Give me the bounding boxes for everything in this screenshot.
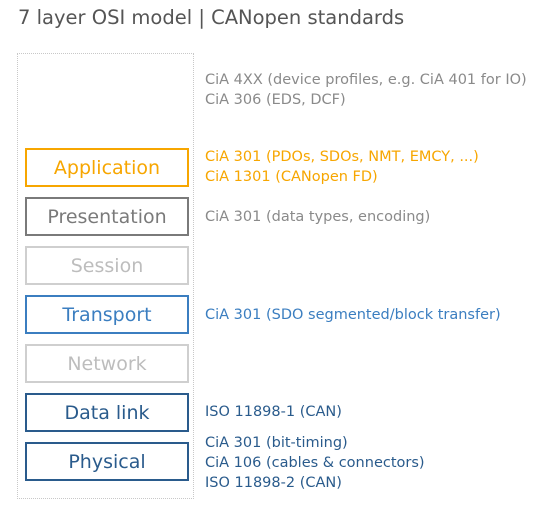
layer-physical: Physical bbox=[25, 442, 189, 481]
data-link-notes: ISO 11898-1 (CAN) bbox=[205, 402, 342, 422]
layer-network: Network bbox=[25, 344, 189, 383]
layer-note: ISO 11898-2 (CAN) bbox=[205, 475, 342, 491]
layer-label: Transport bbox=[62, 303, 152, 326]
layer-label: Network bbox=[67, 352, 147, 375]
layer-note: CiA 106 (cables & connectors) bbox=[205, 455, 425, 471]
physical-notes: CiA 301 (bit-timing) CiA 106 (cables & c… bbox=[205, 433, 425, 493]
layer-note: CiA 301 (data types, encoding) bbox=[205, 209, 431, 225]
top-notes: CiA 4XX (device profiles, e.g. CiA 401 f… bbox=[205, 70, 527, 110]
application-notes: CiA 301 (PDOs, SDOs, NMT, EMCY, ...) CiA… bbox=[205, 147, 479, 187]
layer-note: CiA 301 (SDO segmented/block transfer) bbox=[205, 307, 501, 323]
transport-notes: CiA 301 (SDO segmented/block transfer) bbox=[205, 305, 501, 325]
layer-note: CiA 301 (bit-timing) bbox=[205, 435, 348, 451]
layer-transport: Transport bbox=[25, 295, 189, 334]
top-note: CiA 306 (EDS, DCF) bbox=[205, 92, 346, 108]
layer-label: Physical bbox=[68, 450, 146, 473]
layer-label: Application bbox=[53, 156, 161, 179]
top-note: CiA 4XX (device profiles, e.g. CiA 401 f… bbox=[205, 72, 527, 88]
layer-label: Presentation bbox=[47, 205, 167, 228]
layer-note: ISO 11898-1 (CAN) bbox=[205, 404, 342, 420]
layer-data-link: Data link bbox=[25, 393, 189, 432]
layer-note: CiA 1301 (CANopen FD) bbox=[205, 169, 378, 185]
layer-note: CiA 301 (PDOs, SDOs, NMT, EMCY, ...) bbox=[205, 149, 479, 165]
layer-application: Application bbox=[25, 148, 189, 187]
layer-label: Data link bbox=[64, 401, 150, 424]
layer-presentation: Presentation bbox=[25, 197, 189, 236]
layer-label: Session bbox=[70, 254, 144, 277]
layer-session: Session bbox=[25, 246, 189, 285]
presentation-notes: CiA 301 (data types, encoding) bbox=[205, 207, 430, 227]
diagram-title: 7 layer OSI model | CANopen standards bbox=[18, 6, 405, 29]
